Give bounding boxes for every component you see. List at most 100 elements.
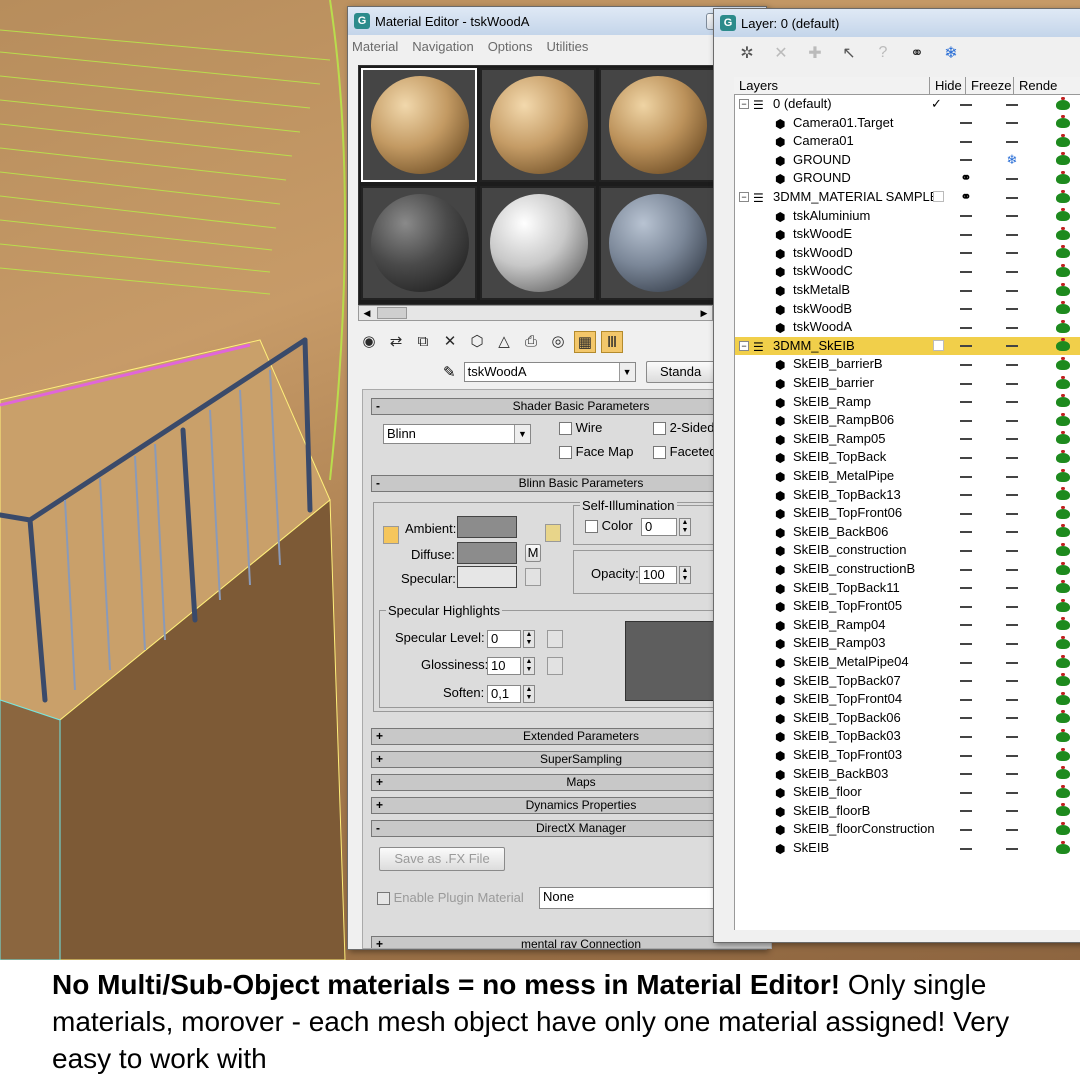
render-teapot-icon[interactable] xyxy=(1056,96,1070,110)
hide-cell[interactable] xyxy=(947,448,985,466)
hide-cell[interactable] xyxy=(947,672,985,690)
render-teapot-icon[interactable] xyxy=(1056,115,1070,129)
collapse-icon[interactable]: − xyxy=(739,340,749,351)
hide-cell[interactable] xyxy=(947,634,985,652)
object-row[interactable]: ⬢ SkEIB_constructionB xyxy=(735,560,1080,579)
render-teapot-icon[interactable] xyxy=(1056,487,1070,501)
render-teapot-icon[interactable] xyxy=(1056,208,1070,222)
hide-cell[interactable] xyxy=(947,746,985,764)
freeze-cell[interactable] xyxy=(991,337,1033,355)
column-freeze[interactable]: Freeze xyxy=(966,77,1014,94)
freeze-dash-icon[interactable] xyxy=(1006,661,1018,664)
object-row[interactable]: ⬢ SkEIB_barrier xyxy=(735,374,1080,393)
menu-utilities[interactable]: Utilities xyxy=(547,39,589,54)
freeze-dash-icon[interactable] xyxy=(1006,382,1018,385)
hide-dash-icon[interactable] xyxy=(960,587,972,590)
hide-dash-icon[interactable] xyxy=(960,791,972,794)
render-teapot-icon[interactable] xyxy=(1056,710,1070,724)
hide-dash-icon[interactable] xyxy=(960,810,972,813)
object-row[interactable]: ⬢ SkEIB_BackB03 xyxy=(735,765,1080,784)
shader-combo[interactable]: Blinn ▼ xyxy=(383,424,531,444)
hidden-glasses-icon[interactable]: ⚭ xyxy=(961,170,972,185)
object-row[interactable]: ⬢ SkEIB_Ramp05 xyxy=(735,430,1080,449)
hide-dash-icon[interactable] xyxy=(960,605,972,608)
freeze-cell[interactable] xyxy=(991,393,1033,411)
render-teapot-icon[interactable] xyxy=(1056,561,1070,575)
freeze-dash-icon[interactable] xyxy=(1006,494,1018,497)
object-row[interactable]: ⬢ SkEIB_TopFront04 xyxy=(735,690,1080,709)
layer-manager-titlebar[interactable]: G Layer: 0 (default) xyxy=(714,9,1080,37)
hide-cell[interactable] xyxy=(947,393,985,411)
material-editor-window[interactable]: G Material Editor - tskWoodA ▭ ▢ Materia… xyxy=(347,6,772,950)
render-cell[interactable] xyxy=(1043,114,1080,132)
freeze-dash-icon[interactable] xyxy=(1006,363,1018,366)
hide-dash-icon[interactable] xyxy=(960,159,972,162)
freeze-dash-icon[interactable] xyxy=(1006,438,1018,441)
render-cell[interactable] xyxy=(1043,262,1080,280)
hide-dash-icon[interactable] xyxy=(960,233,972,236)
hide-dash-icon[interactable] xyxy=(960,642,972,645)
render-teapot-icon[interactable] xyxy=(1056,170,1070,184)
hide-dash-icon[interactable] xyxy=(960,270,972,273)
hide-dash-icon[interactable] xyxy=(960,754,972,757)
chevron-down-icon[interactable]: ▼ xyxy=(618,363,635,381)
freeze-dash-icon[interactable] xyxy=(1006,605,1018,608)
hide-dash-icon[interactable] xyxy=(960,512,972,515)
hidden-glasses-icon[interactable]: ⚭ xyxy=(961,189,972,204)
render-teapot-icon[interactable] xyxy=(1056,282,1070,296)
freeze-dash-icon[interactable] xyxy=(1006,698,1018,701)
freeze-dash-icon[interactable] xyxy=(1006,531,1018,534)
render-cell[interactable] xyxy=(1043,225,1080,243)
layer-row[interactable]: − ☰ 3DMM_SkEIB xyxy=(735,336,1080,356)
glossiness-input[interactable]: 10 xyxy=(487,657,521,675)
make-unique-icon[interactable]: ⬡ xyxy=(466,331,488,353)
collapse-icon[interactable]: − xyxy=(739,99,749,109)
hide-cell[interactable] xyxy=(947,95,985,113)
freeze-dash-icon[interactable] xyxy=(1006,828,1018,831)
object-row[interactable]: ⬢ tskMetalB xyxy=(735,281,1080,300)
freeze-dash-icon[interactable] xyxy=(1006,103,1018,106)
render-teapot-icon[interactable] xyxy=(1056,375,1070,389)
spinner-arrows-icon[interactable]: ▲ ▼ xyxy=(679,566,691,584)
freeze-cell[interactable] xyxy=(991,783,1033,801)
self-illum-color-checkbox[interactable]: Color xyxy=(585,518,633,534)
frozen-snowflake-icon[interactable]: ❄ xyxy=(1007,152,1018,167)
hide-cell[interactable] xyxy=(947,820,985,838)
render-teapot-icon[interactable] xyxy=(1056,189,1070,203)
sample-slot-4[interactable] xyxy=(361,186,477,300)
specular-level-input[interactable]: 0 xyxy=(487,630,521,648)
spinner-arrows-icon[interactable]: ▲ ▼ xyxy=(679,518,691,536)
hide-cell[interactable] xyxy=(947,541,985,559)
scrollbar-thumb[interactable] xyxy=(377,307,407,319)
render-cell[interactable] xyxy=(1043,839,1080,857)
hide-cell[interactable] xyxy=(947,337,985,355)
ambient-color-swatch[interactable] xyxy=(457,516,517,538)
render-cell[interactable] xyxy=(1043,169,1080,187)
show-map-icon[interactable]: ▦ xyxy=(574,331,596,353)
render-teapot-icon[interactable] xyxy=(1056,580,1070,594)
plugin-combo[interactable]: None xyxy=(539,887,719,909)
render-cell[interactable] xyxy=(1043,820,1080,838)
render-cell[interactable] xyxy=(1043,467,1080,485)
freeze-dash-icon[interactable] xyxy=(1006,512,1018,515)
object-row[interactable]: ⬢ tskWoodE xyxy=(735,225,1080,244)
object-row[interactable]: ⬢ tskWoodA xyxy=(735,318,1080,337)
render-teapot-icon[interactable] xyxy=(1056,412,1070,426)
material-editor-titlebar[interactable]: G Material Editor - tskWoodA ▭ ▢ xyxy=(348,7,766,35)
hide-cell[interactable] xyxy=(947,262,985,280)
wire-checkbox[interactable]: Wire xyxy=(559,420,602,436)
freeze-cell[interactable] xyxy=(991,634,1033,652)
hide-dash-icon[interactable] xyxy=(960,215,972,218)
hide-dash-icon[interactable] xyxy=(960,438,972,441)
object-row[interactable]: ⬢ SkEIB_TopBack xyxy=(735,448,1080,467)
hide-dash-icon[interactable] xyxy=(960,624,972,627)
hide-dash-icon[interactable] xyxy=(960,735,972,738)
freeze-cell[interactable] xyxy=(991,207,1033,225)
hide-cell[interactable] xyxy=(947,653,985,671)
hide-cell[interactable] xyxy=(947,597,985,615)
hide-cell[interactable] xyxy=(947,114,985,132)
render-teapot-icon[interactable] xyxy=(1056,468,1070,482)
object-row[interactable]: ⬢ SkEIB_Ramp04 xyxy=(735,616,1080,635)
hide-cell[interactable] xyxy=(947,300,985,318)
layer-list[interactable]: − ☰ 0 (default) ✓ ⬢ Camera01.Target ⬢ Camera01 ⬢… xyxy=(734,95,1080,930)
